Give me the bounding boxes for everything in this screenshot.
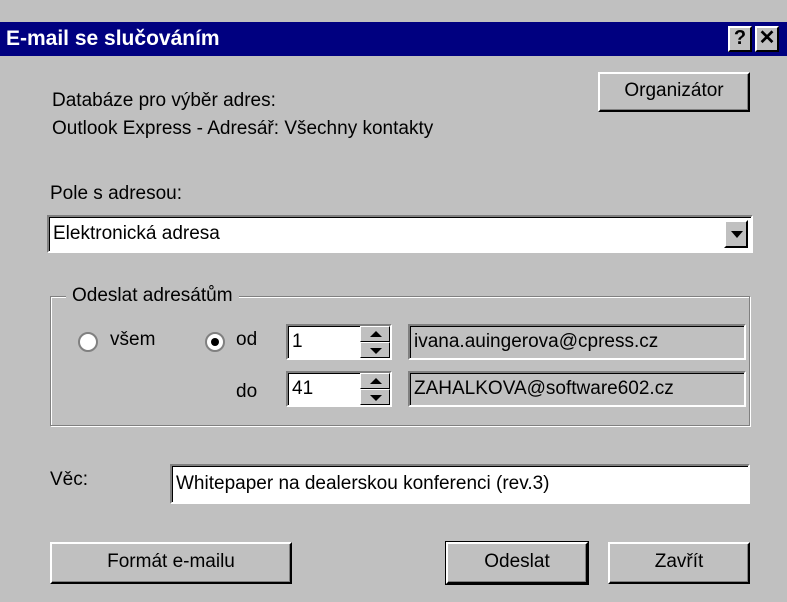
database-label: Databáze pro výběr adres:: [52, 90, 276, 111]
to-value: 41: [292, 378, 314, 399]
close-button[interactable]: ✕: [755, 26, 779, 52]
subject-label: Věc:: [50, 469, 89, 490]
database-source: Outlook Express - Adresář: Všechny konta…: [52, 118, 434, 139]
from-spin-down[interactable]: [360, 342, 390, 358]
from-email-display: ivana.auingerova@cpress.cz: [408, 324, 746, 360]
window-title: E-mail se slučováním: [6, 27, 220, 50]
to-label: do: [236, 381, 258, 402]
radio-selected-dot: [211, 338, 219, 346]
close-icon: ✕: [758, 27, 776, 49]
up-arrow-icon: [370, 378, 382, 384]
down-arrow-icon: [370, 395, 382, 401]
to-email-display: ZAHALKOVA@software602.cz: [408, 371, 746, 407]
title-bar: E-mail se slučováním: [0, 22, 787, 56]
chevron-down-icon: [731, 231, 743, 238]
radio-all[interactable]: [78, 332, 98, 352]
address-field-label: Pole s adresou:: [50, 183, 183, 204]
mail-merge-dialog: E-mail se slučováním ? ✕ Databáze pro vý…: [0, 0, 787, 602]
subject-input[interactable]: Whitepaper na dealerskou konferenci (rev…: [170, 464, 750, 504]
from-spin-up[interactable]: [360, 326, 390, 342]
dropdown-button[interactable]: [724, 220, 748, 248]
from-value: 1: [292, 331, 303, 352]
from-spinner[interactable]: [360, 326, 390, 358]
to-spinner[interactable]: [360, 373, 390, 405]
help-icon: ?: [733, 27, 747, 49]
organizer-button[interactable]: Organizátor: [598, 72, 750, 112]
format-email-button[interactable]: Formát e-mailu: [50, 542, 292, 584]
up-arrow-icon: [370, 331, 382, 337]
recipients-group-title: Odeslat adresátům: [66, 285, 239, 307]
close-dialog-button[interactable]: Zavřít: [608, 542, 750, 584]
address-field-value: Elektronická adresa: [53, 223, 220, 244]
radio-all-label[interactable]: všem: [110, 329, 155, 351]
send-button[interactable]: Odeslat: [445, 541, 589, 585]
to-email: ZAHALKOVA@software602.cz: [414, 378, 674, 399]
help-button[interactable]: ?: [728, 26, 752, 52]
down-arrow-icon: [370, 348, 382, 354]
from-email: ivana.auingerova@cpress.cz: [414, 331, 659, 352]
address-field-select[interactable]: Elektronická adresa: [47, 215, 753, 253]
to-spin-down[interactable]: [360, 389, 390, 405]
to-spin-up[interactable]: [360, 373, 390, 389]
radio-from[interactable]: [205, 332, 225, 352]
subject-value: Whitepaper na dealerskou konferenci (rev…: [176, 473, 550, 494]
radio-from-label[interactable]: od: [236, 329, 257, 351]
